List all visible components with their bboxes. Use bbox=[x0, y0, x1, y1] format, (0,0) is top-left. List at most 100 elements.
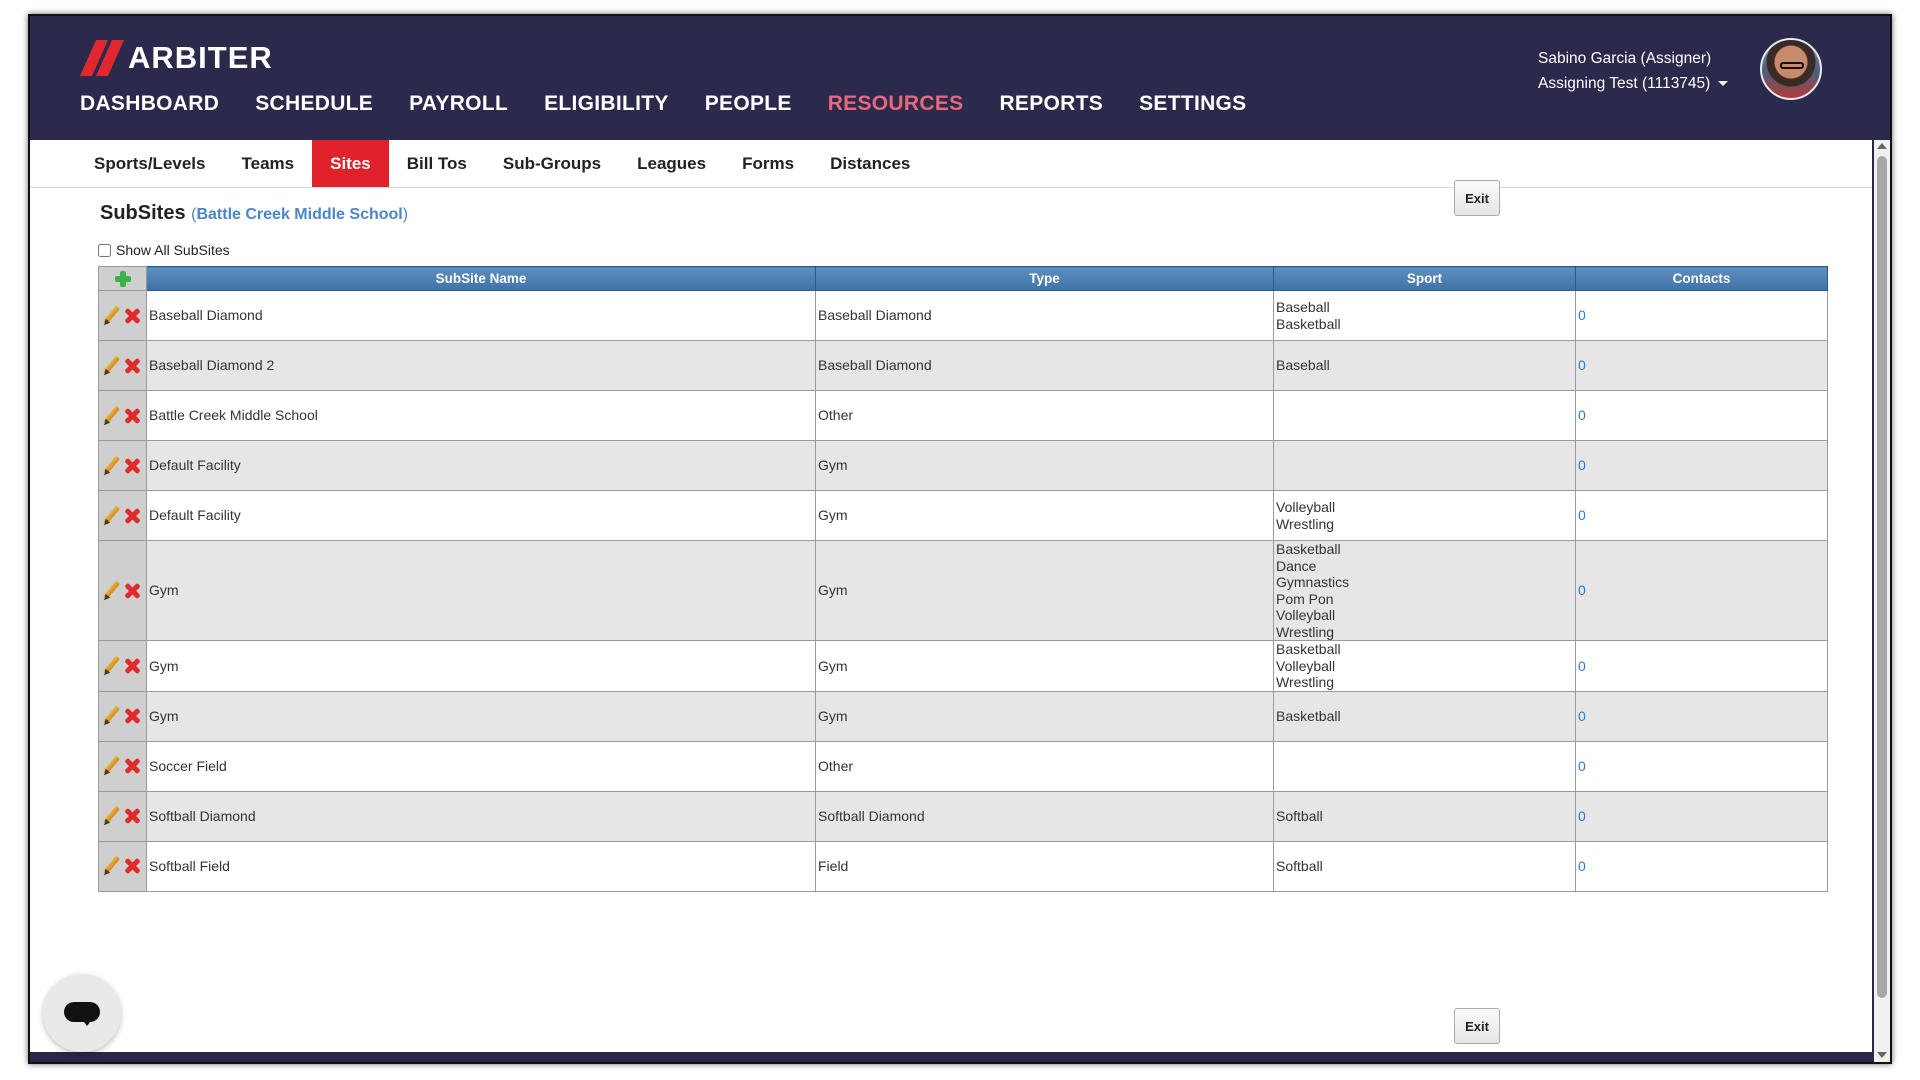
pencil-icon[interactable] bbox=[101, 756, 121, 776]
user-menu[interactable]: Sabino Garcia (Assigner) Assigning Test … bbox=[1538, 46, 1729, 96]
contacts-count-link[interactable]: 0 bbox=[1575, 340, 1828, 391]
delete-x-icon[interactable] bbox=[123, 507, 141, 525]
arbiter-logo[interactable]: ARBITER bbox=[79, 40, 273, 76]
avatar[interactable] bbox=[1760, 38, 1822, 100]
table-row: Gym Gym Basketball 0 bbox=[98, 690, 1828, 742]
contacts-count-link[interactable]: 0 bbox=[1575, 290, 1828, 341]
cell-sport: Basketball bbox=[1273, 690, 1576, 742]
cell-sport: Basketball Dance Gymnastics Pom Pon Volleyba… bbox=[1273, 540, 1576, 641]
nav-payroll[interactable]: PAYROLL bbox=[409, 92, 508, 116]
paren-close: ) bbox=[402, 206, 409, 223]
tab-sites[interactable]: Sites bbox=[312, 140, 389, 187]
exit-button-bottom[interactable]: Exit bbox=[1454, 1008, 1500, 1044]
delete-x-icon[interactable] bbox=[123, 857, 141, 875]
col-header-type[interactable]: Type bbox=[815, 266, 1274, 291]
sport-name: Baseball bbox=[1276, 299, 1330, 315]
top-header: ARBITER DASHBOARD SCHEDULE PAYROLL ELIGIBIL… bbox=[30, 16, 1890, 140]
show-all-checkbox[interactable] bbox=[98, 243, 111, 257]
scroll-down-icon[interactable] bbox=[1877, 1052, 1887, 1058]
table-row: Battle Creek Middle School Other 0 bbox=[98, 390, 1828, 441]
sport-name: Wrestling bbox=[1276, 674, 1335, 690]
sport-name: Volleyball bbox=[1276, 607, 1336, 623]
contacts-count-link[interactable]: 0 bbox=[1575, 490, 1828, 541]
nav-settings[interactable]: SETTINGS bbox=[1139, 92, 1246, 116]
pencil-icon[interactable] bbox=[101, 306, 121, 326]
pencil-icon[interactable] bbox=[101, 406, 121, 426]
nav-people[interactable]: PEOPLE bbox=[705, 92, 792, 116]
user-name: Sabino Garcia (Assigner) bbox=[1538, 50, 1712, 67]
tab-teams[interactable]: Teams bbox=[224, 140, 313, 187]
contacts-count-link[interactable]: 0 bbox=[1575, 390, 1828, 441]
delete-x-icon[interactable] bbox=[123, 582, 141, 600]
delete-x-icon[interactable] bbox=[123, 757, 141, 775]
table-row: Softball Field Field Softball 0 bbox=[98, 840, 1828, 892]
pencil-icon[interactable] bbox=[101, 581, 121, 601]
cell-sport: Volleyball Wrestling bbox=[1273, 490, 1576, 541]
tab-bill-tos[interactable]: Bill Tos bbox=[389, 140, 485, 187]
contacts-count-link[interactable]: 0 bbox=[1575, 740, 1828, 792]
cell-subsite-name: Gym bbox=[146, 690, 816, 742]
cell-type: Other bbox=[815, 740, 1274, 792]
cell-type: Gym bbox=[815, 690, 1274, 742]
sport-name: Basketball bbox=[1276, 641, 1341, 657]
scroll-up-icon[interactable] bbox=[1877, 143, 1887, 149]
delete-x-icon[interactable] bbox=[123, 457, 141, 475]
pencil-icon[interactable] bbox=[101, 856, 121, 876]
contacts-count-link[interactable]: 0 bbox=[1575, 540, 1828, 641]
delete-x-icon[interactable] bbox=[123, 357, 141, 375]
delete-x-icon[interactable] bbox=[123, 657, 141, 675]
nav-dashboard[interactable]: DASHBOARD bbox=[80, 92, 219, 116]
pencil-icon[interactable] bbox=[101, 506, 121, 526]
tab-sub-groups[interactable]: Sub-Groups bbox=[485, 140, 619, 187]
arbiter-logo-icon bbox=[79, 40, 125, 76]
cell-subsite-name: Default Facility bbox=[146, 490, 816, 541]
cell-type: Baseball Diamond bbox=[815, 340, 1274, 391]
sport-name: Basketball bbox=[1276, 707, 1341, 724]
contacts-count-link[interactable]: 0 bbox=[1575, 640, 1828, 692]
nav-resources[interactable]: RESOURCES bbox=[828, 92, 964, 116]
pencil-icon[interactable] bbox=[101, 456, 121, 476]
pencil-icon[interactable] bbox=[101, 356, 121, 376]
sport-name: Gymnastics bbox=[1276, 574, 1350, 590]
page-title-text: SubSites bbox=[100, 202, 186, 224]
delete-x-icon[interactable] bbox=[123, 307, 141, 325]
tab-sports-levels[interactable]: Sports/Levels bbox=[76, 140, 224, 187]
contacts-count-link[interactable]: 0 bbox=[1575, 790, 1828, 842]
col-header-name[interactable]: SubSite Name bbox=[146, 266, 816, 291]
col-header-contacts[interactable]: Contacts bbox=[1575, 266, 1828, 291]
scrollbar-thumb[interactable] bbox=[1877, 156, 1887, 998]
contacts-count-link[interactable]: 0 bbox=[1575, 840, 1828, 892]
cell-type: Other bbox=[815, 390, 1274, 441]
pencil-icon[interactable] bbox=[101, 656, 121, 676]
chat-button[interactable] bbox=[43, 974, 121, 1052]
tab-distances[interactable]: Distances bbox=[812, 140, 928, 187]
show-all-subsites[interactable]: Show All SubSites bbox=[98, 242, 230, 258]
table-row: Default Facility Gym 0 bbox=[98, 440, 1828, 491]
cell-sport: Softball bbox=[1273, 790, 1576, 842]
site-name-link[interactable]: Battle Creek Middle School bbox=[196, 206, 402, 223]
nav-reports[interactable]: REPORTS bbox=[999, 92, 1103, 116]
row-actions bbox=[98, 540, 147, 641]
delete-x-icon[interactable] bbox=[123, 707, 141, 725]
page-scrollbar[interactable] bbox=[1874, 140, 1890, 1062]
table-row: Softball Diamond Softball Diamond Softball… bbox=[98, 790, 1828, 842]
table-row: Baseball Diamond 2 Baseball Diamond Baseba… bbox=[98, 340, 1828, 391]
nav-schedule[interactable]: SCHEDULE bbox=[255, 92, 373, 116]
account-selector[interactable]: Assigning Test (1113745) bbox=[1538, 71, 1729, 96]
screen: ARBITER DASHBOARD SCHEDULE PAYROLL ELIGIBIL… bbox=[0, 0, 1920, 1080]
cell-type: Gym bbox=[815, 640, 1274, 692]
exit-button-top[interactable]: Exit bbox=[1454, 180, 1500, 216]
delete-x-icon[interactable] bbox=[123, 407, 141, 425]
add-subsite-button[interactable] bbox=[98, 266, 147, 291]
cell-subsite-name: Gym bbox=[146, 540, 816, 641]
contacts-count-link[interactable]: 0 bbox=[1575, 440, 1828, 491]
pencil-icon[interactable] bbox=[101, 806, 121, 826]
nav-eligibility[interactable]: ELIGIBILITY bbox=[544, 92, 669, 116]
col-header-sport[interactable]: Sport bbox=[1273, 266, 1576, 291]
pencil-icon[interactable] bbox=[101, 706, 121, 726]
contacts-count-link[interactable]: 0 bbox=[1575, 690, 1828, 742]
delete-x-icon[interactable] bbox=[123, 807, 141, 825]
tab-leagues[interactable]: Leagues bbox=[619, 140, 724, 187]
tab-forms[interactable]: Forms bbox=[724, 140, 812, 187]
table-row: Baseball Diamond Baseball Diamond Baseball… bbox=[98, 290, 1828, 341]
